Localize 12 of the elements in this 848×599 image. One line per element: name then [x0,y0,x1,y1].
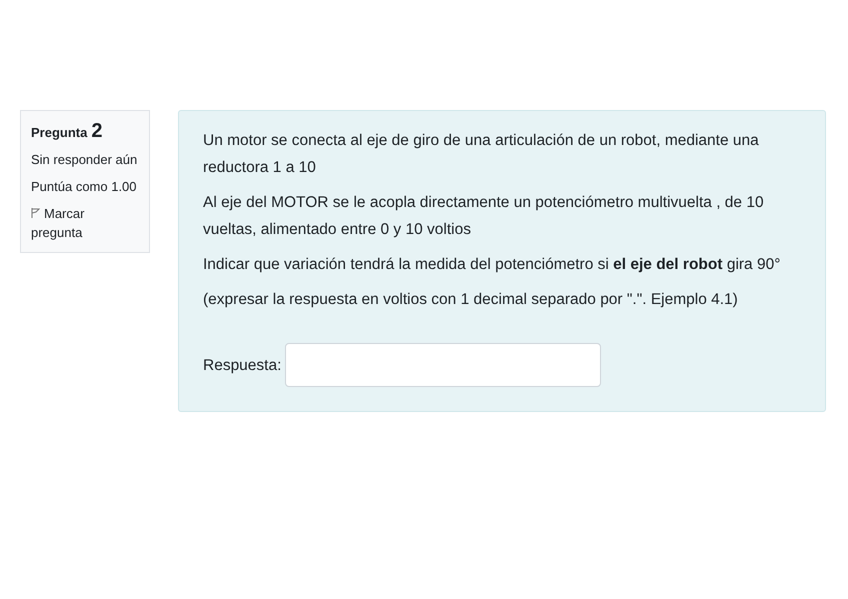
flag-question-link[interactable]: Marcar pregunta [31,204,139,242]
question-text: (expresar la respuesta en voltios con 1 decimal separado por ".". Ejemplo 4.1) [203,290,739,310]
answer-label: Respuesta: [203,356,282,376]
question-label: Pregunta [31,124,88,142]
question-grade: Puntúa como 1.00 [31,178,138,196]
question-number: 2 [91,121,102,141]
answer-field[interactable] [285,343,602,387]
flag-icon [31,208,40,218]
question-text: Indicar que variación tendrá la medida del potenciómetro si el eje del robot gira 90° [203,255,782,275]
question-text: Un motor se conecta al eje de giro de una articulación de un robot, mediante una reductora 1 a 10 [203,131,760,178]
question-status: Sin responder aún [31,151,138,169]
question-text: Al eje del MOTOR se le acopla directamente un potenciómetro multivuelta , de 10 vueltas, alimentado entre 0 y 10 voltios [203,193,765,240]
